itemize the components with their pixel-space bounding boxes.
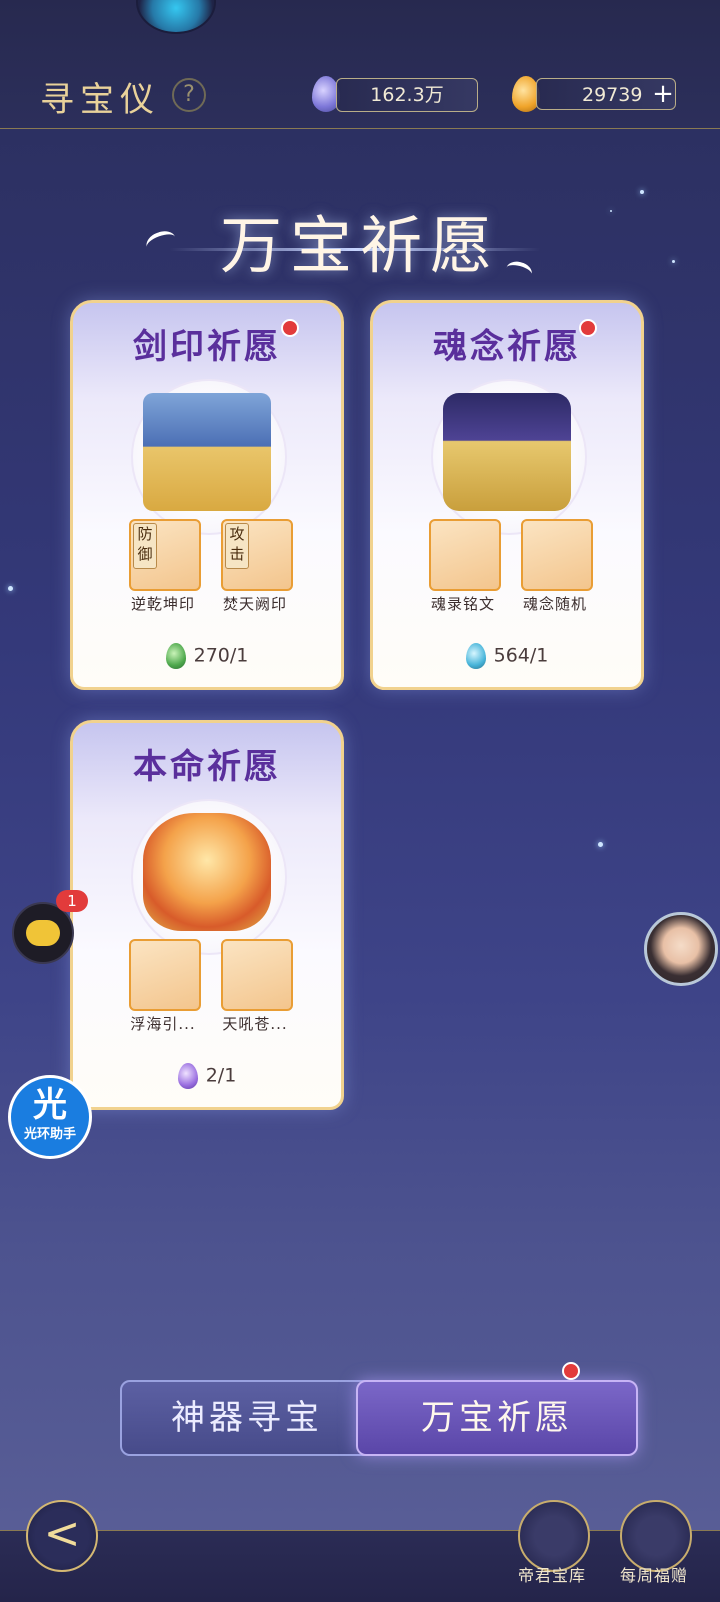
currency-blue-value: 162.3万	[336, 78, 478, 112]
item-label: 焚天阙印	[222, 595, 287, 613]
page-title: 寻宝仪	[40, 80, 160, 120]
tab-treasure-wish[interactable]: 万宝祈愿	[356, 1380, 638, 1456]
helper-label: 光环助手	[23, 1127, 76, 1142]
fire-cauldron-icon	[143, 813, 271, 931]
tab-artifact-hunt[interactable]: 神器寻宝	[120, 1380, 374, 1456]
notification-dot	[579, 319, 597, 337]
helper-logo: 光	[33, 1085, 67, 1125]
cyan-dragon-icon	[465, 643, 486, 669]
destiny-wish-card[interactable]: 本命祈愿 浮海引... 天吼苍... 2/1	[70, 720, 344, 1110]
soul-wish-card[interactable]: 魂念祈愿 魂录铭文 魂念随机 564/1	[370, 300, 644, 690]
card-title: 剑印祈愿	[133, 327, 281, 367]
tab-notification-dot	[562, 1362, 580, 1380]
item-soul-inscription[interactable]	[429, 519, 501, 591]
spirit-box-icon	[443, 393, 571, 511]
treasure-chest-icon	[143, 393, 271, 511]
item-floating-sea[interactable]	[129, 939, 201, 1011]
item-label: 逆乾坤印	[130, 595, 195, 613]
back-arrow-icon[interactable]: <	[26, 1500, 98, 1572]
green-feather-icon	[165, 643, 186, 669]
character-avatar[interactable]	[644, 912, 718, 986]
attack-tag: 攻击	[225, 523, 249, 569]
card-title: 本命祈愿	[133, 747, 281, 787]
purple-ticket-icon	[177, 1063, 198, 1089]
item-label: 浮海引...	[130, 1015, 196, 1033]
halo-helper-button[interactable]: 光 光环助手	[8, 1075, 92, 1159]
emperor-vault-label: 帝君宝库	[517, 1566, 586, 1585]
add-currency-button[interactable]: +	[650, 78, 676, 110]
item-soul-random[interactable]	[521, 519, 593, 591]
banner-title: 万宝祈愿	[219, 209, 500, 282]
sword-seal-wish-card[interactable]: 剑印祈愿 防御 逆乾坤印 攻击 焚天阙印 270/1	[70, 300, 344, 690]
weekly-gift-label: 每周福赠	[619, 1566, 688, 1585]
help-icon[interactable]: ?	[172, 78, 206, 112]
wish-cost: 564/1	[373, 643, 641, 669]
wish-cost: 270/1	[73, 643, 341, 669]
item-burning-seal[interactable]: 攻击	[221, 519, 293, 591]
notification-dot	[281, 319, 299, 337]
item-label: 魂录铭文	[430, 595, 495, 613]
chat-badge: 1	[56, 890, 88, 912]
item-label: 魂念随机	[522, 595, 587, 613]
item-reverse-seal[interactable]: 防御	[129, 519, 201, 591]
defense-tag: 防御	[133, 523, 157, 569]
chat-bubble-icon	[26, 920, 60, 946]
item-heaven-roar[interactable]	[221, 939, 293, 1011]
item-label: 天吼苍...	[222, 1015, 288, 1033]
wish-cost: 2/1	[73, 1063, 341, 1089]
card-title: 魂念祈愿	[433, 327, 581, 367]
